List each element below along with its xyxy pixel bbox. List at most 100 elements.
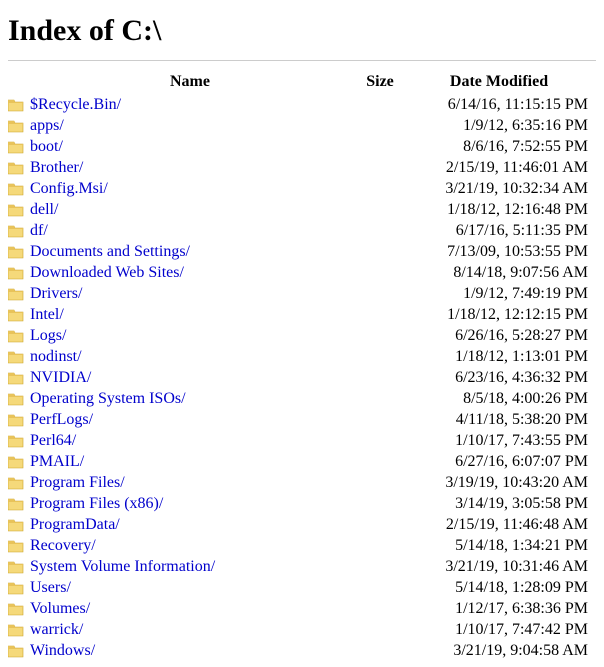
directory-link[interactable]: Brother/ (30, 159, 83, 176)
name-cell: Windows/ (30, 640, 350, 661)
listing-row: Volumes/1/12/17, 6:38:36 PM (8, 598, 596, 619)
directory-link[interactable]: Downloaded Web Sites/ (30, 264, 184, 281)
date-cell: 1/10/17, 7:47:42 PM (410, 619, 596, 640)
name-cell: dell/ (30, 199, 350, 220)
folder-icon (8, 392, 30, 406)
directory-link[interactable]: warrick/ (30, 621, 83, 638)
listing-row: Recovery/5/14/18, 1:34:21 PM (8, 535, 596, 556)
column-header-date: Date Modified (410, 71, 596, 92)
listing-row: dell/1/18/12, 12:16:48 PM (8, 199, 596, 220)
name-cell: Volumes/ (30, 598, 350, 619)
listing-row: nodinst/1/18/12, 1:13:01 PM (8, 346, 596, 367)
directory-link[interactable]: System Volume Information/ (30, 558, 215, 575)
directory-link[interactable]: Volumes/ (30, 600, 90, 617)
date-cell: 1/18/12, 12:12:15 PM (410, 304, 596, 325)
directory-link[interactable]: $Recycle.Bin/ (30, 96, 121, 113)
directory-link[interactable]: Program Files/ (30, 474, 125, 491)
date-cell: 1/10/17, 7:43:55 PM (410, 430, 596, 451)
directory-link[interactable]: Windows/ (30, 642, 95, 659)
listing-row: Users/5/14/18, 1:28:09 PM (8, 577, 596, 598)
folder-icon (8, 518, 30, 532)
directory-listing: Name Size Date Modified $Recycle.Bin/6/1… (8, 71, 596, 661)
name-cell: PMAIL/ (30, 451, 350, 472)
directory-link[interactable]: Logs/ (30, 327, 66, 344)
date-cell: 4/11/18, 5:38:20 PM (410, 409, 596, 430)
date-cell: 6/17/16, 5:11:35 PM (410, 220, 596, 241)
name-cell: Documents and Settings/ (30, 241, 350, 262)
page-title: Index of C:\ (8, 14, 596, 48)
name-cell: Drivers/ (30, 283, 350, 304)
date-cell: 8/14/18, 9:07:56 AM (410, 262, 596, 283)
name-cell: Operating System ISOs/ (30, 388, 350, 409)
directory-link[interactable]: Perl64/ (30, 432, 76, 449)
directory-link[interactable]: ProgramData/ (30, 516, 120, 533)
folder-icon (8, 140, 30, 154)
folder-icon (8, 476, 30, 490)
date-cell: 8/6/16, 7:52:55 PM (410, 136, 596, 157)
date-cell: 5/14/18, 1:28:09 PM (410, 577, 596, 598)
folder-icon (8, 350, 30, 364)
directory-link[interactable]: apps/ (30, 117, 64, 134)
folder-icon (8, 455, 30, 469)
date-cell: 6/14/16, 11:15:15 PM (410, 94, 596, 115)
listing-row: Program Files/3/19/19, 10:43:20 AM (8, 472, 596, 493)
column-header-row: Name Size Date Modified (8, 71, 596, 92)
name-cell: boot/ (30, 136, 350, 157)
column-header-name: Name (30, 71, 350, 92)
folder-icon (8, 602, 30, 616)
directory-link[interactable]: df/ (30, 222, 48, 239)
folder-icon (8, 161, 30, 175)
directory-link[interactable]: Users/ (30, 579, 71, 596)
folder-icon (8, 497, 30, 511)
folder-icon (8, 623, 30, 637)
date-cell: 1/9/12, 7:49:19 PM (410, 283, 596, 304)
directory-link[interactable]: Intel/ (30, 306, 64, 323)
date-cell: 7/13/09, 10:53:55 PM (410, 241, 596, 262)
column-header-size: Size (350, 71, 410, 92)
name-cell: Logs/ (30, 325, 350, 346)
name-cell: Brother/ (30, 157, 350, 178)
date-cell: 8/5/18, 4:00:26 PM (410, 388, 596, 409)
date-cell: 5/14/18, 1:34:21 PM (410, 535, 596, 556)
listing-row: Config.Msi/3/21/19, 10:32:34 AM (8, 178, 596, 199)
listing-row: PMAIL/6/27/16, 6:07:07 PM (8, 451, 596, 472)
directory-link[interactable]: NVIDIA/ (30, 369, 91, 386)
date-cell: 3/19/19, 10:43:20 AM (410, 472, 596, 493)
name-cell: $Recycle.Bin/ (30, 94, 350, 115)
listing-row: Intel/1/18/12, 12:12:15 PM (8, 304, 596, 325)
name-cell: df/ (30, 220, 350, 241)
folder-icon (8, 287, 30, 301)
directory-link[interactable]: Drivers/ (30, 285, 82, 302)
name-cell: Recovery/ (30, 535, 350, 556)
directory-link[interactable]: dell/ (30, 201, 58, 218)
listing-row: Operating System ISOs/8/5/18, 4:00:26 PM (8, 388, 596, 409)
date-cell: 6/23/16, 4:36:32 PM (410, 367, 596, 388)
listing-row: PerfLogs/4/11/18, 5:38:20 PM (8, 409, 596, 430)
folder-icon (8, 98, 30, 112)
listing-row: System Volume Information/3/21/19, 10:31… (8, 556, 596, 577)
listing-row: df/6/17/16, 5:11:35 PM (8, 220, 596, 241)
folder-icon (8, 329, 30, 343)
folder-icon (8, 644, 30, 658)
directory-link[interactable]: Recovery/ (30, 537, 96, 554)
directory-link[interactable]: PMAIL/ (30, 453, 84, 470)
date-cell: 3/21/19, 9:04:58 AM (410, 640, 596, 661)
name-cell: apps/ (30, 115, 350, 136)
directory-link[interactable]: nodinst/ (30, 348, 82, 365)
directory-link[interactable]: Program Files (x86)/ (30, 495, 163, 512)
directory-link[interactable]: Documents and Settings/ (30, 243, 190, 260)
directory-link[interactable]: PerfLogs/ (30, 411, 93, 428)
listing-row: warrick/1/10/17, 7:47:42 PM (8, 619, 596, 640)
listing-row: Logs/6/26/16, 5:28:27 PM (8, 325, 596, 346)
listing-row: Documents and Settings/7/13/09, 10:53:55… (8, 241, 596, 262)
directory-link[interactable]: Config.Msi/ (30, 180, 108, 197)
listing-row: apps/1/9/12, 6:35:16 PM (8, 115, 596, 136)
directory-link[interactable]: Operating System ISOs/ (30, 390, 186, 407)
folder-icon (8, 434, 30, 448)
listing-row: NVIDIA/6/23/16, 4:36:32 PM (8, 367, 596, 388)
name-cell: PerfLogs/ (30, 409, 350, 430)
date-cell: 1/18/12, 12:16:48 PM (410, 199, 596, 220)
name-cell: Intel/ (30, 304, 350, 325)
directory-link[interactable]: boot/ (30, 138, 63, 155)
name-cell: NVIDIA/ (30, 367, 350, 388)
